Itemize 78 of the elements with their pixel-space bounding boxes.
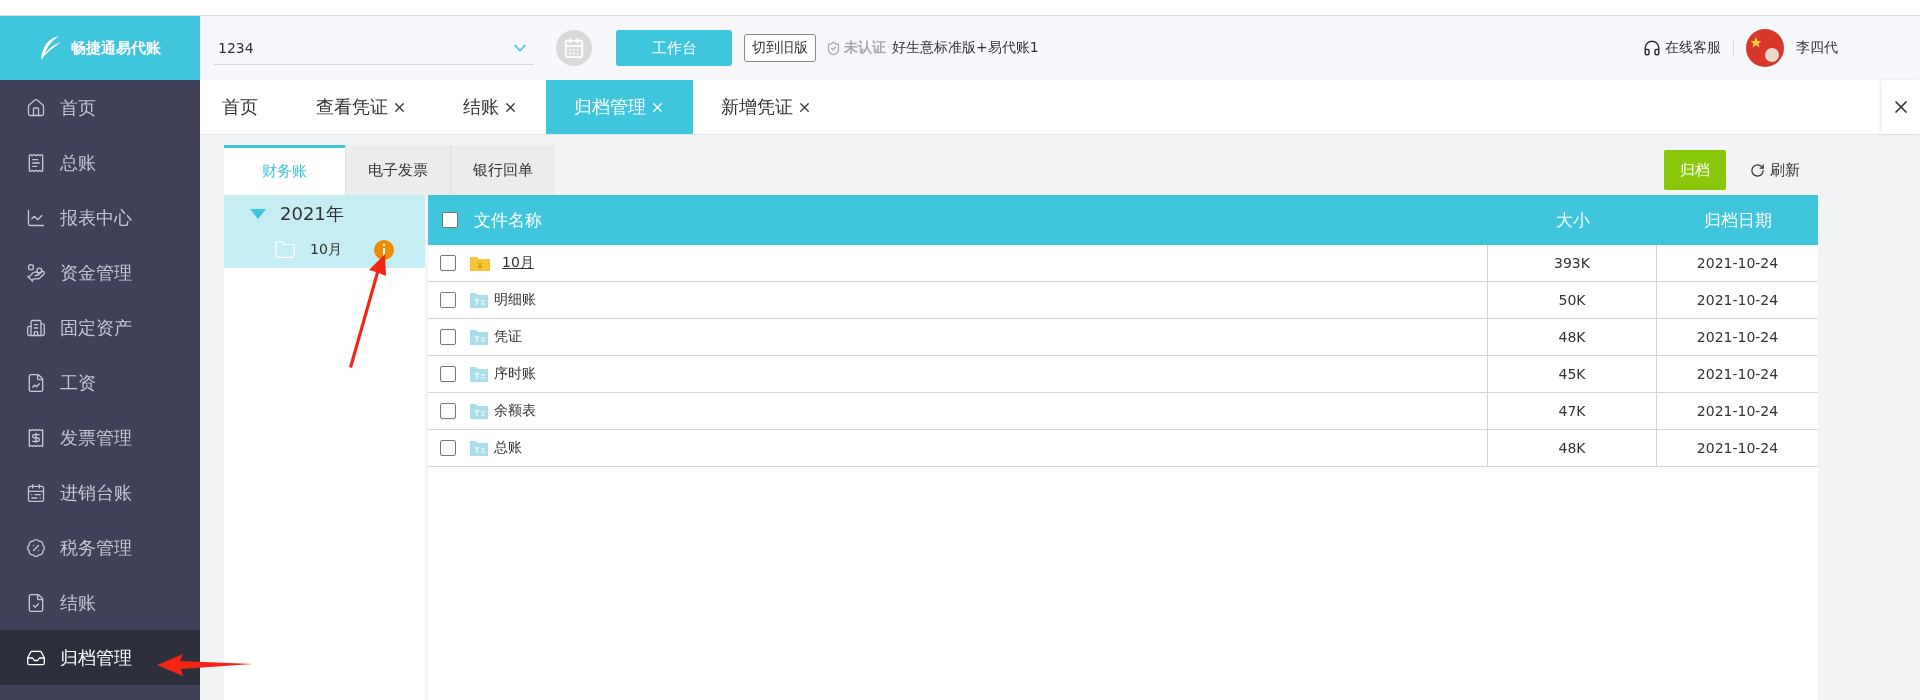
page-tab[interactable]: 查看凭证 — [288, 80, 435, 134]
checkbox[interactable] — [440, 255, 456, 271]
receipt-icon — [26, 427, 46, 448]
ledger-file-icon — [470, 403, 488, 419]
file-name[interactable]: 总账 — [494, 439, 522, 457]
checked-document-icon — [26, 592, 46, 613]
checkbox[interactable] — [440, 292, 456, 308]
table-cell-text: 2021-10-24 — [1695, 328, 1780, 347]
column-header: 归档日期 — [1703, 208, 1772, 232]
sidebar-item[interactable]: 固定资产 — [0, 300, 200, 355]
ledger-file-icon — [470, 292, 488, 308]
calendar-icon — [563, 37, 585, 59]
column-header: 文件名称 — [474, 208, 542, 232]
ledger-file-icon — [470, 329, 488, 345]
folder-outline-icon — [274, 239, 296, 261]
table-cell: 47K — [1488, 393, 1657, 429]
file-name[interactable]: 明细账 — [494, 291, 536, 309]
ledger-icon — [26, 152, 46, 173]
table-cell-text: 2021-10-24 — [1695, 254, 1780, 273]
sidebar-item[interactable]: 资金管理 — [0, 245, 200, 300]
old-version-button[interactable]: 切到旧版 — [744, 34, 816, 62]
sidebar-item[interactable]: 总账 — [0, 135, 200, 190]
refresh-button[interactable]: 刷新 — [1744, 159, 1806, 181]
folder-link[interactable]: 10月 — [502, 254, 534, 272]
tree-node[interactable]: 2021年 — [224, 195, 425, 232]
product-name: 好生意标准版+易代账1 — [892, 39, 1039, 57]
calendar-icon — [26, 482, 46, 503]
certification-status: 未认证 — [826, 39, 886, 57]
checkbox[interactable] — [442, 212, 458, 228]
avatar-icon[interactable] — [1746, 29, 1784, 67]
sidebar-item[interactable]: 发票管理 — [0, 410, 200, 465]
ledger-file-icon — [470, 440, 488, 456]
line-chart-icon — [26, 207, 46, 228]
checkbox[interactable] — [440, 440, 456, 456]
sub-tab[interactable]: 银行回单 — [450, 145, 555, 195]
ledger-file-icon — [470, 366, 488, 382]
checkbox[interactable] — [440, 403, 456, 419]
sidebar-item[interactable]: 归档管理 — [0, 630, 200, 685]
file-name[interactable]: 凭证 — [494, 328, 522, 346]
sub-tab[interactable]: 电子发票 — [345, 145, 450, 195]
table-cell: 393K — [1488, 245, 1657, 281]
table-cell: 45K — [1488, 356, 1657, 392]
file-name[interactable]: 余额表 — [494, 402, 536, 420]
table-cell: 48K — [1488, 319, 1657, 355]
refresh-icon — [1750, 162, 1765, 178]
headset-icon — [1643, 39, 1661, 57]
close-tabs-button[interactable] — [1882, 80, 1920, 134]
table-cell-text: 2021-10-24 — [1695, 439, 1780, 458]
user-name: 李四代 — [1796, 39, 1838, 57]
file-name[interactable]: 序时账 — [494, 365, 536, 383]
table-cell-text: 2021-10-24 — [1695, 365, 1780, 384]
checkbox[interactable] — [440, 366, 456, 382]
table-cell-text: 2021-10-24 — [1695, 291, 1780, 310]
home-icon — [26, 97, 46, 118]
shield-icon — [826, 40, 841, 56]
checkbox[interactable] — [440, 329, 456, 345]
table-cell: 50K — [1488, 282, 1657, 318]
sidebar-item[interactable]: 报表中心 — [0, 190, 200, 245]
table-cell: 48K — [1488, 430, 1657, 466]
sidebar-item[interactable]: 税务管理 — [0, 520, 200, 575]
company-select[interactable]: 1234 — [214, 31, 534, 65]
sidebar-item[interactable]: 首页 — [0, 80, 200, 135]
chart-document-icon — [26, 372, 46, 393]
table-cell-text: 2021-10-24 — [1695, 402, 1780, 421]
building-icon — [26, 317, 46, 338]
sidebar-item[interactable]: 工资 — [0, 355, 200, 410]
tree-node[interactable]: 10月 — [224, 232, 425, 268]
page-tab[interactable]: 结账 — [435, 80, 546, 134]
folder-icon — [470, 255, 490, 271]
support-link[interactable]: 在线客服 — [1643, 39, 1734, 57]
page-tab[interactable]: 首页 — [200, 80, 288, 134]
column-header: 大小 — [1555, 208, 1590, 232]
logo-text: 畅捷通易代账 — [71, 38, 161, 58]
percent-badge-icon — [26, 537, 46, 558]
coin-hand-icon — [26, 262, 46, 283]
sidebar-item[interactable]: 结账 — [0, 575, 200, 630]
sidebar-item[interactable]: 进销台账 — [0, 465, 200, 520]
page-tab[interactable]: 新增凭证 — [693, 80, 840, 134]
